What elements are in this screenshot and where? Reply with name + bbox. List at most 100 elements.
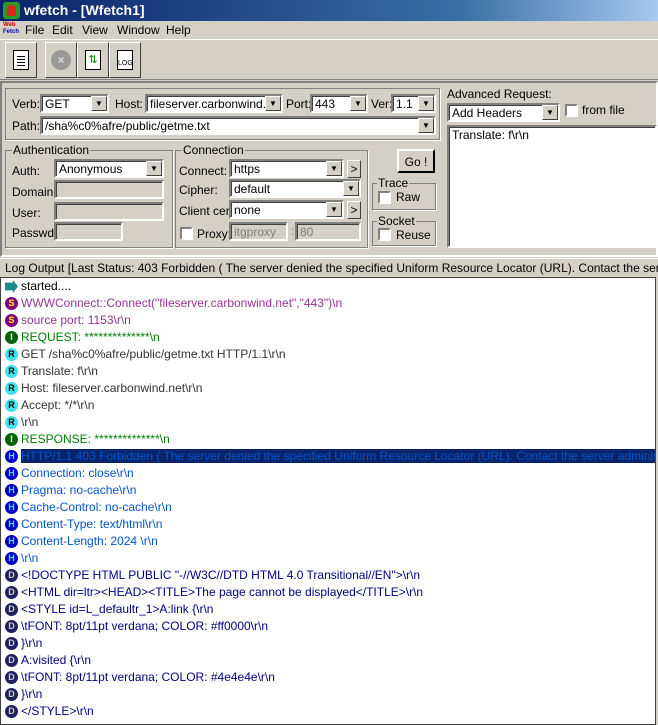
log-row-text: <!DOCTYPE HTML PUBLIC "-//W3C//DTD HTML … xyxy=(21,568,421,582)
client-cert-select[interactable]: none ▼ xyxy=(229,200,344,219)
cipher-select[interactable]: default ▼ xyxy=(229,179,361,198)
proxy-port-input[interactable]: 80 xyxy=(295,222,361,241)
chevron-down-icon[interactable]: ▼ xyxy=(265,96,281,111)
log-output-list[interactable]: started....S WWWConnect::Connect("fileser… xyxy=(0,277,656,725)
log-row-text: RESPONSE: **************\n xyxy=(21,432,170,446)
log-row-text: \tFONT: 8pt/11pt verdana; COLOR: #4e4e4e… xyxy=(21,670,275,684)
advanced-mode-value: Add Headers xyxy=(452,106,523,120)
host-select[interactable]: fileserver.carbonwind.net ▼ xyxy=(145,94,283,113)
user-input[interactable] xyxy=(54,202,164,221)
log-row-text: Cache-Control: no-cache\r\n xyxy=(21,500,172,514)
log-row[interactable]: R GET /sha%c0%afre/public/getme.txt HTTP/… xyxy=(1,346,655,363)
proxy-input[interactable]: itgproxy xyxy=(229,222,288,241)
log-row-text: WWWConnect::Connect("fileserver.carbonwi… xyxy=(21,296,343,310)
log-type-r-icon: R xyxy=(5,348,18,361)
log-row[interactable]: D \tFONT: 8pt/11pt verdana; COLOR: #4e4e4… xyxy=(1,669,655,686)
log-row[interactable]: H Pragma: no-cache\r\n xyxy=(1,482,655,499)
cert-options-button[interactable]: > xyxy=(347,201,361,219)
go-button[interactable]: Go ! xyxy=(397,149,435,173)
app-icon xyxy=(3,2,20,19)
log-type-r-icon: R xyxy=(5,382,18,395)
stop-icon: × xyxy=(51,50,71,70)
log-row[interactable]: H Cache-Control: no-cache\r\n xyxy=(1,499,655,516)
menu-file[interactable]: File xyxy=(25,23,44,37)
log-row[interactable]: R Accept: */*\r\n xyxy=(1,397,655,414)
auth-select[interactable]: Anonymous ▼ xyxy=(54,159,164,178)
connect-value: https xyxy=(234,162,261,176)
log-row[interactable]: D <STYLE id=L_defaultr_1>A:link {\r\n xyxy=(1,601,655,618)
log-output-header: Log Output [Last Status: 403 Forbidden (… xyxy=(0,258,658,277)
path-input[interactable]: /sha%c0%afre/public/getme.txt ▼ xyxy=(40,116,436,135)
log-row[interactable]: H Content-Length: 2024 \r\n xyxy=(1,533,655,550)
menu-help[interactable]: Help xyxy=(166,23,191,37)
log-type-r-icon: R xyxy=(5,399,18,412)
chevron-down-icon[interactable]: ▼ xyxy=(91,96,107,111)
chevron-down-icon[interactable]: ▼ xyxy=(343,181,359,196)
advanced-request-textarea[interactable]: Translate: f\r\n xyxy=(447,125,657,248)
log-row-text: started.... xyxy=(21,279,72,293)
client-cert-value: none xyxy=(234,203,261,217)
log-row-text: source port: 1153\r\n xyxy=(21,313,131,327)
new-log-button[interactable]: LOG xyxy=(109,42,141,78)
log-row[interactable]: D <HTML dir=ltr><HEAD><TITLE>The page can… xyxy=(1,584,655,601)
path-value: /sha%c0%afre/public/getme.txt xyxy=(45,119,210,133)
domain-input[interactable] xyxy=(54,180,164,199)
from-file-checkbox[interactable] xyxy=(565,104,578,117)
log-row[interactable]: S WWWConnect::Connect("fileserver.carbonw… xyxy=(1,295,655,312)
log-row[interactable]: D}\r\n xyxy=(1,686,655,703)
log-row-text: \r\n xyxy=(21,415,39,429)
raw-checkbox[interactable] xyxy=(378,191,391,204)
log-row[interactable]: R Host: fileserver.carbonwind.net\r\n xyxy=(1,380,655,397)
proxy-checkbox[interactable] xyxy=(180,227,193,240)
chevron-down-icon[interactable]: ▼ xyxy=(350,96,366,111)
log-row[interactable]: I RESPONSE: **************\n xyxy=(1,431,655,448)
log-row[interactable]: D}\r\n xyxy=(1,635,655,652)
log-row-text: <HTML dir=ltr><HEAD><TITLE>The page cann… xyxy=(21,585,424,599)
log-type-s-icon: S xyxy=(5,314,18,327)
chevron-down-icon[interactable]: ▼ xyxy=(326,161,342,176)
log-row[interactable]: R \r\n xyxy=(1,414,655,431)
advanced-mode-select[interactable]: Add Headers ▼ xyxy=(447,103,560,122)
verb-select[interactable]: GET ▼ xyxy=(40,94,109,113)
log-type-h-icon: H xyxy=(5,484,18,497)
log-row[interactable]: H Connection: close\r\n xyxy=(1,465,655,482)
connect-select[interactable]: https ▼ xyxy=(229,159,344,178)
chevron-down-icon[interactable]: ▼ xyxy=(418,96,434,111)
log-row[interactable]: Ssource port: 1153\r\n xyxy=(1,312,655,329)
log-row[interactable]: D </STYLE>\r\n xyxy=(1,703,655,720)
chevron-down-icon[interactable]: ▼ xyxy=(418,118,434,133)
version-select[interactable]: 1.1 ▼ xyxy=(391,94,436,113)
new-request-button[interactable] xyxy=(5,42,37,78)
log-row-text: Content-Length: 2024 \r\n xyxy=(21,534,158,548)
chevron-down-icon[interactable]: ▼ xyxy=(326,202,342,217)
advanced-request-label: Advanced Request: xyxy=(447,87,552,101)
log-row[interactable]: I REQUEST: **************\n xyxy=(1,329,655,346)
log-row[interactable]: H \r\n xyxy=(1,550,655,567)
log-type-h-icon: H xyxy=(5,450,18,463)
chevron-down-icon[interactable]: ▼ xyxy=(542,105,558,120)
proxy-label: Proxy: xyxy=(197,227,232,241)
refresh-button[interactable]: ⇅ xyxy=(77,42,109,78)
log-row[interactable]: H HTTP/1.1 403 Forbidden ( The server den… xyxy=(1,448,655,465)
log-row[interactable]: D <!DOCTYPE HTML PUBLIC "-//W3C//DTD HTML… xyxy=(1,567,655,584)
connect-options-button[interactable]: > xyxy=(347,160,361,178)
log-row[interactable]: started.... xyxy=(1,278,655,295)
log-row[interactable]: D \tFONT: 8pt/11pt verdana; COLOR: #ff000… xyxy=(1,618,655,635)
menu-window[interactable]: Window xyxy=(117,23,160,37)
log-row[interactable]: D A:visited {\r\n xyxy=(1,652,655,669)
log-row[interactable]: H Content-Type: text/html\r\n xyxy=(1,516,655,533)
chevron-down-icon[interactable]: ▼ xyxy=(146,161,162,176)
reuse-label: Reuse xyxy=(396,228,431,242)
cipher-value: default xyxy=(234,182,271,196)
stop-button[interactable]: × xyxy=(45,42,77,78)
log-row[interactable]: R Translate: f\r\n xyxy=(1,363,655,380)
port-select[interactable]: 443 ▼ xyxy=(310,94,368,113)
document-icon[interactable]: Web Fetch xyxy=(3,22,20,38)
menu-view[interactable]: View xyxy=(82,23,108,37)
password-input[interactable] xyxy=(54,222,123,241)
log-row-text: Content-Type: text/html\r\n xyxy=(21,517,163,531)
reuse-checkbox[interactable] xyxy=(378,228,391,241)
log-type-d-icon: D xyxy=(5,654,18,667)
version-value: 1.1 xyxy=(396,97,413,111)
menu-edit[interactable]: Edit xyxy=(52,23,73,37)
